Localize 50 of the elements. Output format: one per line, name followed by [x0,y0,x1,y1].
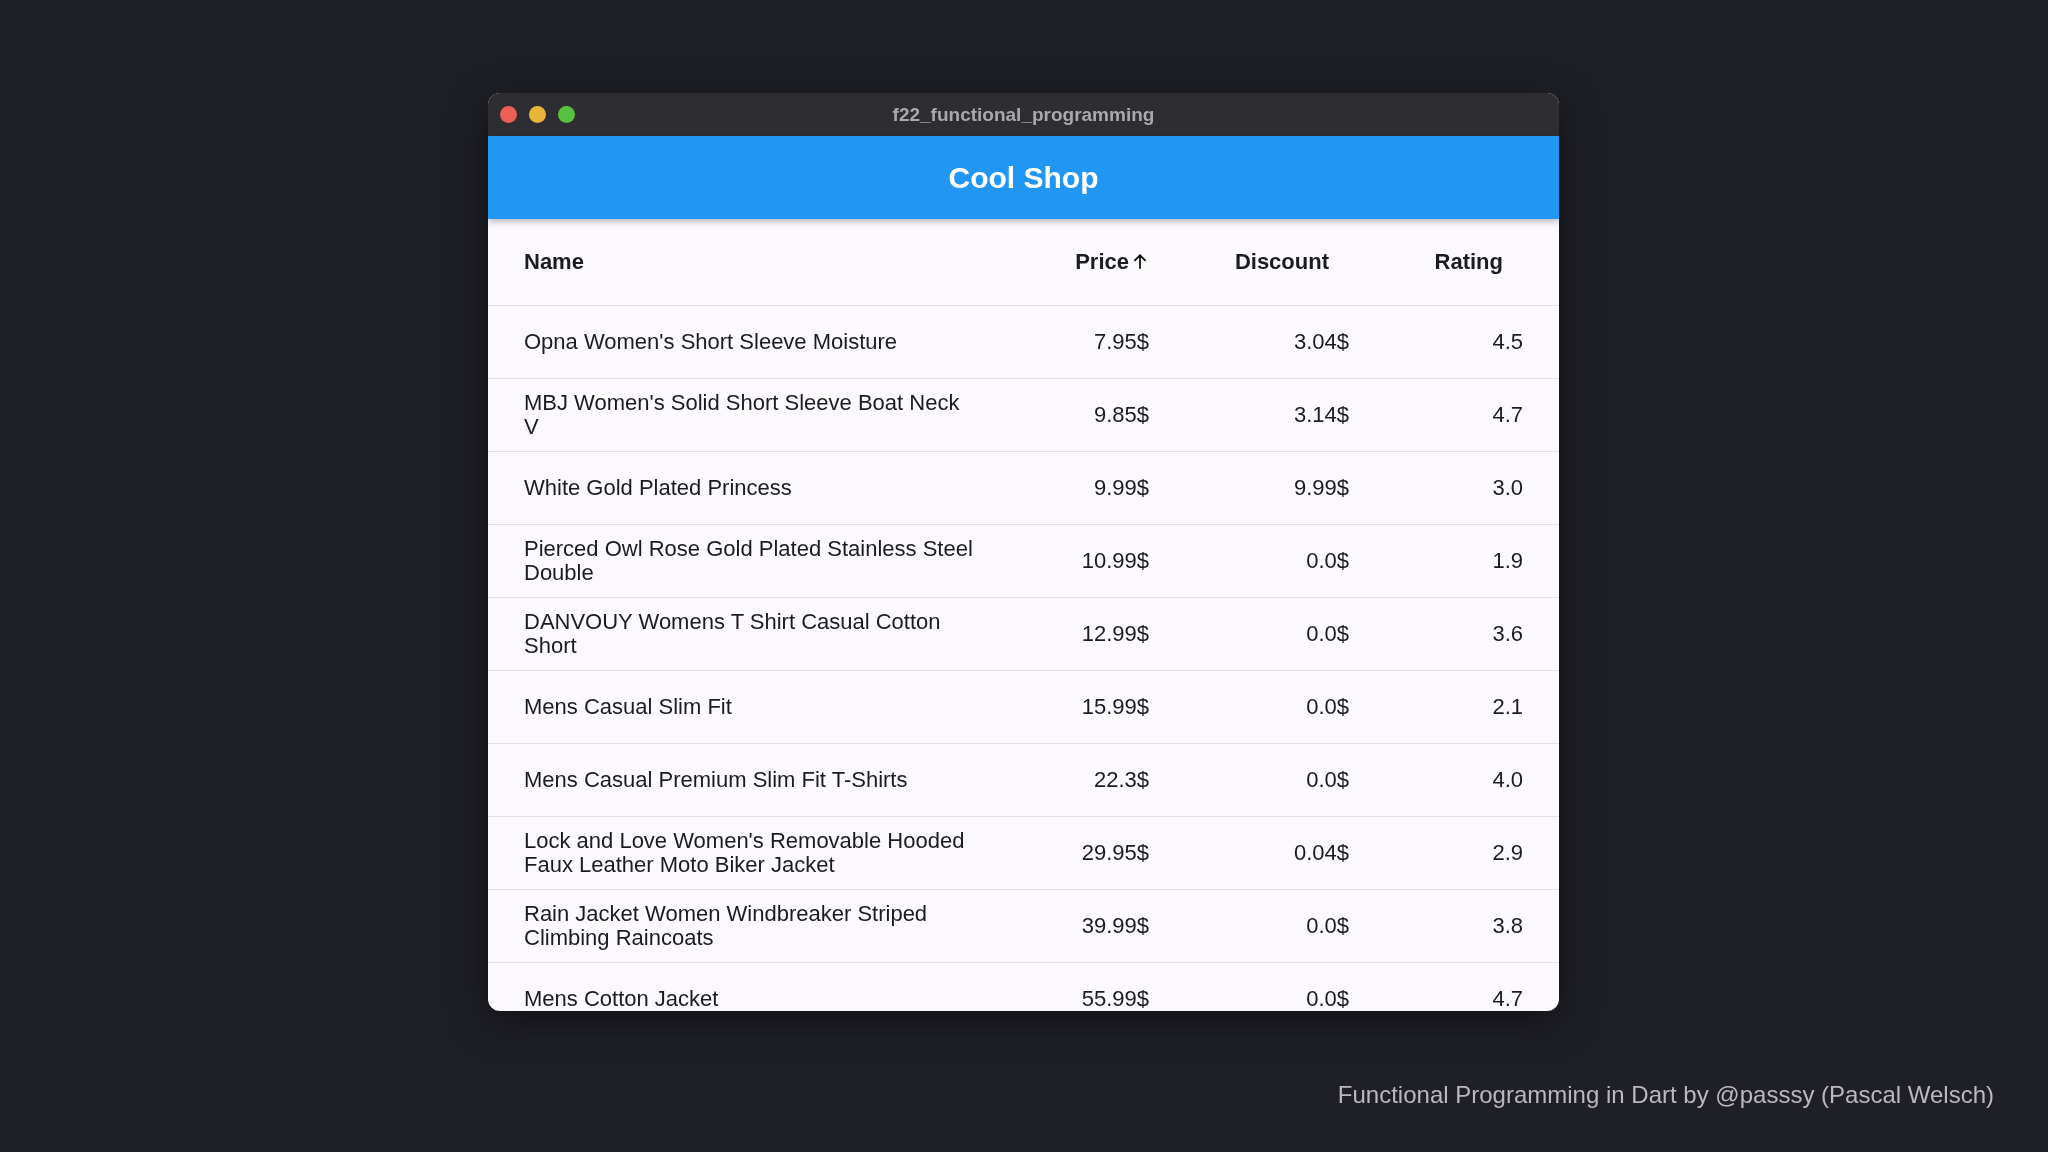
table-cell: 0.0$ [1306,913,1349,938]
window-title: f22_functional_programming [892,103,1155,126]
column-header[interactable]: Discount [1234,249,1349,275]
minimize-button[interactable] [529,106,546,123]
close-button[interactable] [500,106,517,123]
table-cell: Mens Casual Slim Fit [524,694,732,719]
table-cell: 9.85$ [1093,402,1149,427]
column-header[interactable]: Rating [1434,249,1523,275]
table-cell: White Gold Plated Princess [524,475,792,500]
table-cell: Pierced Owl Rose Gold Plated Stainless Steel Double [524,536,973,585]
table-cell: 0.0$ [1306,694,1349,719]
table-cell: DANVOUY Womens T Shirt Casual Cotton Short [524,609,941,658]
table-cell: 2.1 [1492,694,1523,719]
column-header[interactable]: Name [524,249,584,275]
table-cell: 9.99$ [1293,475,1349,500]
app-title: Cool Shop [948,160,1099,195]
table-cell: Lock and Love Women's Removable Hooded Faux Leather Moto Biker Jacket [524,828,965,877]
table-cell: 1.9 [1492,548,1523,573]
table-cell: Mens Cotton Jacket [524,986,719,1011]
table-cell: Opna Women's Short Sleeve Moisture [524,329,898,354]
table-cell: 22.3$ [1093,767,1149,792]
column-header[interactable]: Price [1075,249,1149,275]
table-cell: MBJ Women's Solid Short Sleeve Boat Neck V [524,390,960,439]
table-cell: 7.95$ [1093,329,1149,354]
table-cell: 0.0$ [1306,986,1349,1011]
table-cell: 3.14$ [1293,402,1349,427]
table-cell: 3.04$ [1293,329,1349,354]
table-cell: 0.04$ [1293,840,1349,865]
table-cell: Mens Casual Premium Slim Fit T-Shirts [524,767,908,792]
table-cell: 0.0$ [1306,767,1349,792]
zoom-button[interactable] [558,106,575,123]
table-cell: 3.0 [1492,475,1523,500]
table-cell: 0.0$ [1306,621,1349,646]
table-cell: 4.7 [1492,986,1523,1011]
table-cell: 10.99$ [1081,548,1149,573]
table-cell: 12.99$ [1081,621,1149,646]
table-cell: 4.5 [1492,329,1523,354]
table-cell: 3.6 [1492,621,1523,646]
table-cell: 29.95$ [1081,840,1149,865]
table-cell: 55.99$ [1081,986,1149,1011]
table-cell: Rain Jacket Women Windbreaker Striped Climbing Raincoats [524,901,928,950]
table-cell: 2.9 [1492,840,1523,865]
table-cell: 0.0$ [1306,548,1349,573]
slide-caption: Functional Programming in Dart by @passsy (Pascal Welsch) [1337,1081,1994,1109]
table-cell: 4.7 [1492,402,1523,427]
table-cell: 39.99$ [1081,913,1149,938]
table-cell: 15.99$ [1081,694,1149,719]
table-cell: 3.8 [1492,913,1523,938]
table-cell: 4.0 [1492,767,1523,792]
table-cell: 9.99$ [1093,475,1149,500]
